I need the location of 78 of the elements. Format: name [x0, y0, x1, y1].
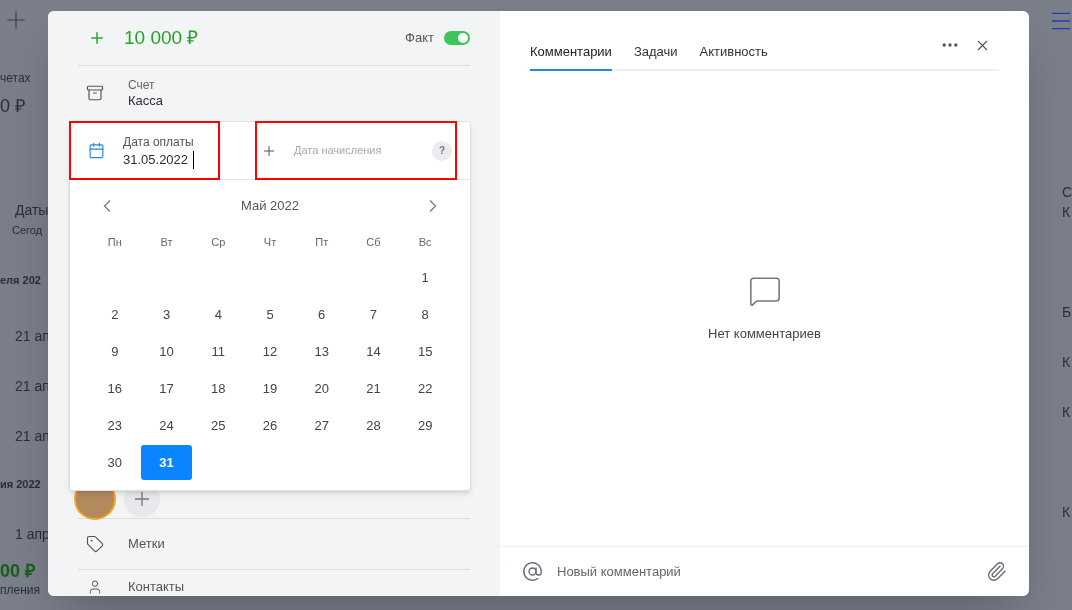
calendar-day[interactable]: 3 [140, 297, 193, 332]
calendar-day[interactable]: 17 [140, 371, 193, 406]
panel-tab[interactable]: Комментарии [530, 35, 612, 71]
weekday-label: Ср [210, 234, 227, 250]
panel-tab[interactable]: Активность [699, 35, 768, 71]
calendar-day[interactable]: 9 [89, 334, 141, 369]
weekday-label: Чт [262, 234, 278, 250]
account-label: Счет [128, 78, 156, 94]
background-text: К [1062, 203, 1072, 222]
payment-date-field[interactable]: Дата оплаты 31.05.2022 [69, 121, 220, 180]
background-text: 00 ₽ [0, 560, 37, 582]
person-icon [87, 579, 103, 595]
background-text: К [1062, 353, 1072, 372]
calendar-day[interactable]: 21 [347, 371, 400, 406]
tag-icon [86, 535, 104, 554]
weekday-label: Сб [365, 234, 382, 250]
calendar-day[interactable]: 12 [244, 334, 296, 369]
weekday-label: Пт [314, 234, 330, 250]
accrual-date-field[interactable]: Дата начисления ? [255, 121, 457, 180]
calendar-day[interactable]: 5 [244, 297, 296, 332]
account-value: Касса [128, 93, 164, 109]
calendar-day[interactable]: 31 [140, 445, 193, 480]
contacts-label[interactable]: Контакты [128, 577, 185, 596]
weekday-label: Пн [106, 234, 123, 250]
calendar-day[interactable]: 15 [399, 334, 451, 369]
payment-date-label: Дата оплаты [123, 133, 194, 151]
tags-label[interactable]: Метки [128, 534, 165, 554]
calendar-day[interactable]: 6 [295, 297, 348, 332]
plus-icon [135, 491, 149, 506]
calendar-day[interactable]: 11 [192, 334, 245, 369]
calendar-day[interactable]: 4 [192, 297, 245, 332]
weekday-label: Вт [159, 234, 174, 250]
accrual-date-placeholder: Дата начисления [294, 143, 382, 159]
calendar-day[interactable]: 10 [140, 334, 193, 369]
background-text: Даты [14, 201, 48, 220]
calendar-day[interactable]: 18 [192, 371, 245, 406]
background-text: еля 202 [0, 273, 42, 288]
background-text: ия 2022 [0, 477, 42, 492]
calendar-day[interactable]: 2 [89, 297, 141, 332]
calendar-day[interactable]: 19 [244, 371, 296, 406]
amount-value: 10 000 ₽ [124, 25, 199, 50]
paperclip-icon[interactable] [986, 561, 1007, 582]
calendar-day[interactable]: 20 [295, 371, 348, 406]
calendar-day[interactable]: 23 [89, 408, 141, 443]
fact-label: Факт [405, 29, 434, 48]
calendar-day[interactable]: 28 [347, 408, 400, 443]
fact-toggle[interactable] [444, 30, 470, 45]
calendar-day[interactable]: 16 [89, 371, 141, 406]
calendar-day[interactable]: 13 [295, 334, 348, 369]
calendar-day[interactable]: 25 [192, 408, 245, 443]
calendar-icon [88, 142, 105, 159]
calendar-day[interactable]: 8 [399, 297, 451, 332]
calendar-day[interactable]: 26 [244, 408, 296, 443]
background-text: Б [1062, 303, 1072, 322]
calendar-day[interactable]: 7 [347, 297, 400, 332]
calendar-day[interactable]: 24 [140, 408, 193, 443]
calendar-day[interactable]: 27 [295, 408, 348, 443]
background-text: К [1062, 503, 1072, 522]
background-text: С [1062, 183, 1072, 202]
background-text: К [1062, 403, 1072, 422]
background-text: пления [0, 582, 41, 599]
panel-tab[interactable]: Задачи [633, 35, 678, 71]
background-text: 0 ₽ [0, 95, 26, 118]
calendar-day[interactable]: 30 [89, 445, 141, 480]
comment-input[interactable]: Новый комментарий [557, 561, 986, 582]
payment-date-value: 31.05.2022 [123, 150, 194, 169]
empty-comments-text: Нет комментариев [708, 324, 821, 343]
mention-icon[interactable] [522, 561, 543, 582]
calendar-day[interactable]: 1 [399, 260, 451, 295]
calendar-day[interactable]: 29 [399, 408, 451, 443]
cash-register-icon [86, 84, 104, 103]
background-text: четах [0, 70, 32, 87]
month-title: Май 2022 [241, 197, 299, 216]
weekday-label: Вс [417, 234, 433, 250]
calendar-day[interactable]: 14 [347, 334, 400, 369]
help-badge[interactable]: ? [432, 140, 452, 161]
calendar-day[interactable]: 22 [399, 371, 451, 406]
background-text: Сегод [11, 223, 44, 238]
